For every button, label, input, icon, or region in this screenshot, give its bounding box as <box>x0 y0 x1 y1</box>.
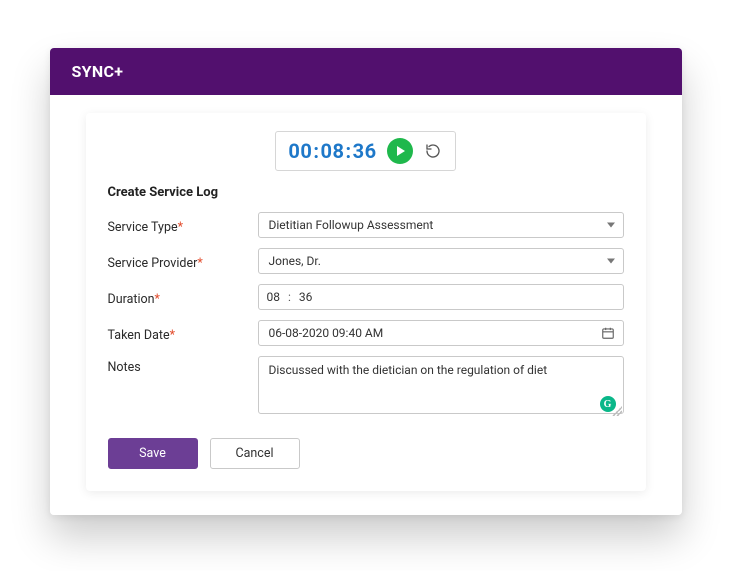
notes-textarea[interactable] <box>258 356 624 414</box>
cancel-button[interactable]: Cancel <box>210 438 300 469</box>
row-notes: Notes G <box>108 356 624 418</box>
button-row: Save Cancel <box>108 438 624 469</box>
row-service-type: Service Type* Dietitian Followup Assessm… <box>108 212 624 238</box>
label-notes: Notes <box>108 356 258 375</box>
row-duration: Duration* 08 : 36 <box>108 284 624 310</box>
label-service-type: Service Type* <box>108 216 258 235</box>
play-icon <box>394 145 406 157</box>
label-taken-date: Taken Date* <box>108 324 258 343</box>
chevron-down-icon <box>607 223 615 228</box>
duration-separator: : <box>288 290 291 304</box>
chevron-down-icon <box>607 259 615 264</box>
duration-seconds: 36 <box>299 290 313 304</box>
service-provider-value: Jones, Dr. <box>269 254 321 268</box>
save-button[interactable]: Save <box>108 438 198 469</box>
reset-button[interactable] <box>423 141 443 161</box>
label-duration: Duration* <box>108 288 258 307</box>
timer-row: 00:08:36 <box>108 131 624 171</box>
timer-hours: 00 <box>288 139 312 163</box>
calendar-icon <box>601 326 615 340</box>
taken-date-input[interactable]: 06-08-2020 09:40 AM <box>258 320 624 346</box>
service-provider-select[interactable]: Jones, Dr. <box>258 248 624 274</box>
play-button[interactable] <box>387 138 413 164</box>
service-type-value: Dietitian Followup Assessment <box>269 218 434 232</box>
taken-date-value: 06-08-2020 09:40 AM <box>269 326 384 340</box>
timer-minutes: 08 <box>321 139 345 163</box>
form-card: 00:08:36 Create Service Log <box>86 113 646 491</box>
grammar-badge-icon: G <box>600 396 616 412</box>
reset-icon <box>425 143 441 159</box>
timer-box: 00:08:36 <box>275 131 455 171</box>
form-title: Create Service Log <box>108 185 624 200</box>
body-pad: 00:08:36 Create Service Log <box>50 95 682 515</box>
service-type-select[interactable]: Dietitian Followup Assessment <box>258 212 624 238</box>
app-title: SYNC+ <box>72 62 124 81</box>
app-header: SYNC+ <box>50 48 682 95</box>
app-card: SYNC+ 00:08:36 <box>50 48 682 515</box>
row-service-provider: Service Provider* Jones, Dr. <box>108 248 624 274</box>
row-taken-date: Taken Date* 06-08-2020 09:40 AM <box>108 320 624 346</box>
duration-input[interactable]: 08 : 36 <box>258 284 624 310</box>
notes-wrap: G <box>258 356 624 418</box>
duration-minutes: 08 <box>267 290 281 304</box>
timer-seconds: 36 <box>353 139 377 163</box>
timer-display: 00:08:36 <box>288 139 376 163</box>
label-service-provider: Service Provider* <box>108 252 258 271</box>
